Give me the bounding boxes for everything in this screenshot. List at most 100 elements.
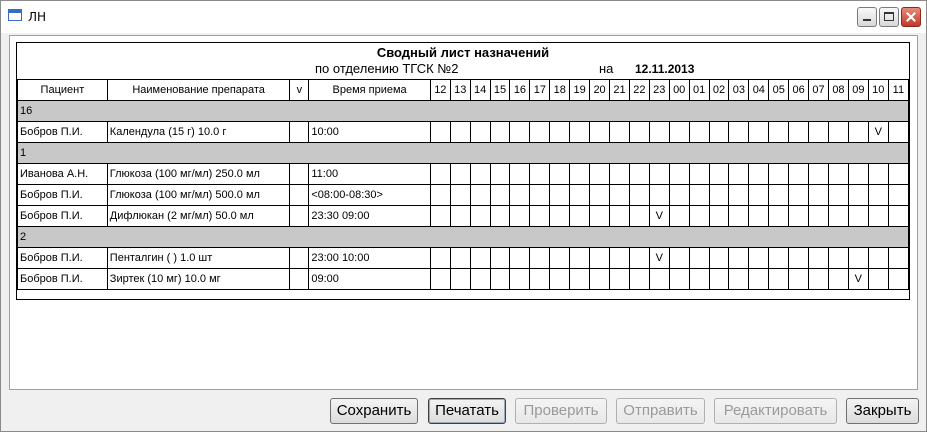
report-title: Сводный лист назначений	[376, 45, 550, 60]
report-document: Сводный лист назначений по отделению ТГС…	[16, 42, 910, 300]
cell-drug: Дифлюкан (2 мг/мл) 50.0 мл	[106, 205, 291, 227]
cell-hour-11	[887, 121, 910, 143]
cell-hour-23	[648, 121, 670, 143]
cell-hour-19	[569, 205, 591, 227]
table-row[interactable]: Бобров П.И. Глюкоза (100 мг/мл) 500.0 мл <…	[17, 184, 910, 206]
cell-v	[289, 205, 310, 227]
table-row[interactable]: Иванова А.Н. Глюкоза (100 мг/мл) 250.0 мл…	[17, 163, 910, 185]
cell-hour-08	[827, 247, 849, 269]
cell-hour-17	[529, 247, 551, 269]
cell-hour-09	[847, 121, 869, 143]
cell-hour-10	[867, 247, 889, 269]
cell-time: 23:30 09:00	[308, 205, 431, 227]
cell-v	[289, 268, 310, 290]
cell-hour-19	[569, 247, 591, 269]
cell-hour-16	[509, 121, 531, 143]
print-button[interactable]: Печатать	[428, 398, 506, 424]
table-row[interactable]: Бобров П.И. Дифлюкан (2 мг/мл) 50.0 мл 23:…	[17, 205, 910, 227]
cell-hour-13	[449, 163, 471, 185]
cell-hour-19	[569, 268, 591, 290]
window-icon	[8, 9, 22, 21]
cell-time: 10:00	[308, 121, 431, 143]
column-header-hour-23: 23	[648, 79, 670, 101]
cell-hour-16	[509, 247, 531, 269]
cell-drug: Пенталгин ( ) 1.0 шт	[106, 247, 291, 269]
group-label: 16	[17, 100, 909, 122]
cell-hour-17	[529, 163, 551, 185]
cell-hour-16	[509, 184, 531, 206]
cell-time: 23:00 10:00	[308, 247, 431, 269]
cell-hour-10	[867, 205, 889, 227]
group-row: 2	[17, 226, 909, 248]
maximize-button[interactable]	[879, 7, 899, 27]
cell-hour-12	[429, 268, 451, 290]
cell-hour-22	[628, 163, 650, 185]
cell-hour-09: V	[847, 268, 869, 290]
cell-hour-13	[449, 268, 471, 290]
cell-hour-03	[728, 205, 750, 227]
check-button[interactable]: Проверить	[515, 398, 607, 424]
cell-hour-22	[628, 121, 650, 143]
cell-hour-02	[708, 121, 730, 143]
minimize-button[interactable]	[857, 7, 877, 27]
cell-hour-04	[748, 163, 770, 185]
cell-hour-11	[887, 268, 910, 290]
column-header-hour-05: 05	[768, 79, 790, 101]
cell-hour-01	[688, 121, 710, 143]
cell-hour-20	[589, 184, 611, 206]
cell-hour-07	[808, 268, 829, 290]
cell-hour-21	[609, 205, 630, 227]
cell-hour-06	[788, 247, 810, 269]
cell-hour-10: V	[867, 121, 889, 143]
cell-hour-01	[688, 268, 710, 290]
column-header-hour-13: 13	[449, 79, 471, 101]
cell-hour-00	[668, 163, 690, 185]
column-header-hour-02: 02	[708, 79, 730, 101]
cell-hour-02	[708, 163, 730, 185]
cell-hour-00	[668, 247, 690, 269]
cell-hour-02	[708, 184, 730, 206]
cell-hour-09	[847, 247, 869, 269]
cell-hour-14	[469, 205, 491, 227]
cell-hour-06	[788, 184, 810, 206]
cell-hour-05	[768, 268, 790, 290]
table-row[interactable]: Бобров П.И. Зиртек (10 мг) 10.0 мг 09:00 V	[17, 268, 910, 290]
table-header-row: Пациент Наименование препарата v Время п…	[17, 79, 910, 101]
edit-button[interactable]: Редактировать	[714, 398, 837, 424]
cell-hour-04	[748, 184, 770, 206]
table-row[interactable]: Бобров П.И. Пенталгин ( ) 1.0 шт 23:00 10:…	[17, 247, 910, 269]
cell-hour-15	[489, 184, 511, 206]
send-button[interactable]: Отправить	[616, 398, 705, 424]
cell-hour-15	[489, 121, 511, 143]
cell-hour-06	[788, 205, 810, 227]
column-header-hour-17: 17	[529, 79, 551, 101]
report-viewer[interactable]: Сводный лист назначений по отделению ТГС…	[9, 35, 918, 390]
close-button[interactable]: Закрыть	[846, 398, 919, 424]
cell-hour-11	[887, 163, 910, 185]
close-window-button[interactable]	[901, 7, 921, 27]
column-header-hour-09: 09	[847, 79, 869, 101]
cell-patient: Бобров П.И.	[17, 121, 108, 143]
cell-hour-08	[827, 268, 849, 290]
save-button[interactable]: Сохранить	[330, 398, 418, 424]
cell-hour-14	[469, 247, 491, 269]
column-header-hour-01: 01	[688, 79, 710, 101]
cell-hour-01	[688, 184, 710, 206]
table-row[interactable]: Бобров П.И. Календула (15 г) 10.0 г 10:00 V	[17, 121, 910, 143]
cell-hour-08	[827, 184, 849, 206]
cell-hour-14	[469, 121, 491, 143]
column-header-hour-11: 11	[887, 79, 910, 101]
cell-hour-18	[549, 121, 571, 143]
cell-hour-15	[489, 163, 511, 185]
cell-hour-07	[808, 205, 829, 227]
cell-hour-20	[589, 268, 611, 290]
cell-patient: Бобров П.И.	[17, 184, 108, 206]
cell-hour-22	[628, 184, 650, 206]
cell-hour-02	[708, 205, 730, 227]
cell-hour-20	[589, 163, 611, 185]
cell-patient: Бобров П.И.	[17, 205, 108, 227]
group-row: 16	[17, 100, 909, 122]
cell-hour-13	[449, 184, 471, 206]
cell-hour-22	[628, 268, 650, 290]
cell-hour-17	[529, 184, 551, 206]
